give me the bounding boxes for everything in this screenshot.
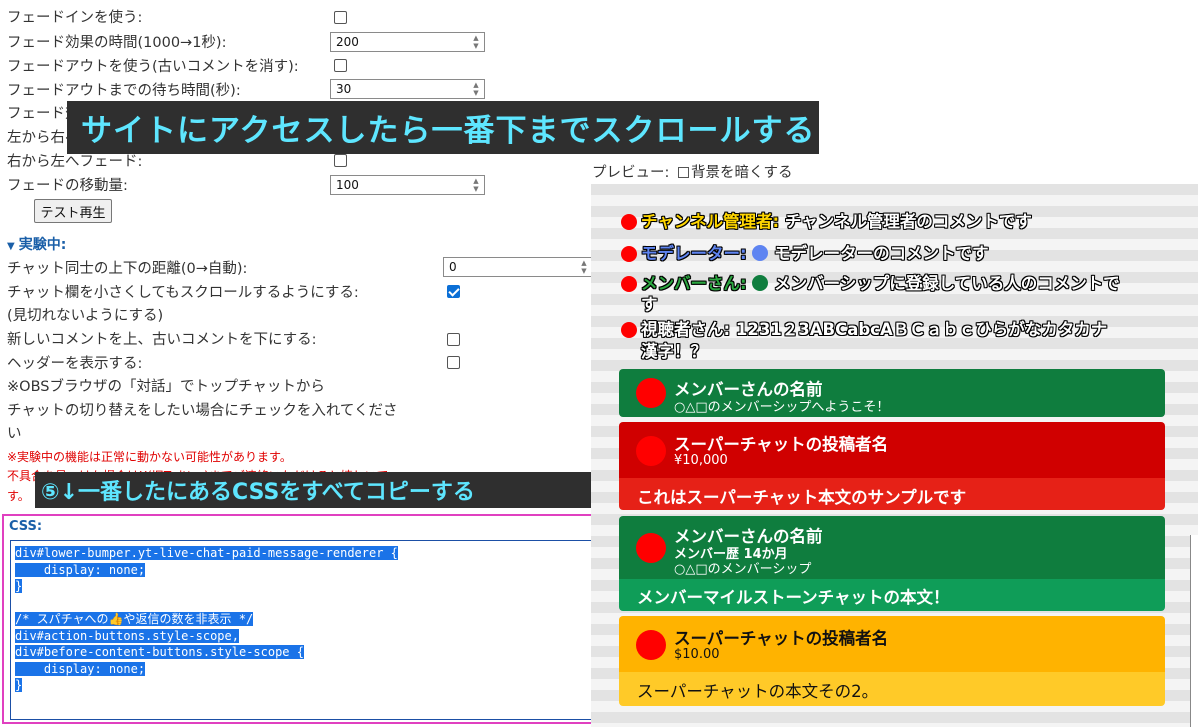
fade-distance-value: 100 <box>336 178 359 192</box>
obs-note-2: チャットの切り替えをしたい場合にチェックを入れてくださ <box>7 403 398 419</box>
avatar-dot <box>621 214 637 230</box>
annotation-banner-bottom: ⑤↓一番したにあるCSSをすべてコピーする <box>35 472 595 508</box>
chat-message-cont: す <box>641 295 658 314</box>
warning-3: す。 <box>7 489 30 503</box>
obs-note-1: ※OBSブラウザの「対話」でトップチャットから <box>7 379 325 395</box>
show-header-checkbox[interactable] <box>447 356 460 369</box>
avatar-dot <box>621 276 637 292</box>
chat-message: チャンネル管理者のコメントです <box>784 212 1032 231</box>
annotation-banner-top: サイトにアクセスしたら一番下までスクロールする <box>67 101 819 154</box>
fade-duration-in-input[interactable]: 200 ▲ ▼ <box>330 32 485 52</box>
chat-message: メンバーシップに登録している人のコメントで <box>774 274 1120 293</box>
spinner-icon[interactable]: ▲▼ <box>470 177 482 193</box>
preview-label-row: プレビュー: 背景を暗くする <box>592 161 793 182</box>
card-subtext: ○△□のメンバーシップへようこそ！ <box>674 400 890 415</box>
author-name: 視聴者さん: <box>641 320 731 339</box>
card-message: スーパーチャットの本文その2。 <box>637 682 879 701</box>
card-subtext: ○△□のメンバーシップ <box>674 562 812 577</box>
spacing-value: 0 <box>449 260 457 274</box>
code-line: } <box>15 678 23 692</box>
wait-time-input[interactable]: 30 ▲ ▼ <box>330 79 485 99</box>
avatar-dot <box>621 246 637 262</box>
code-line: } <box>15 579 23 593</box>
fade-duration-in-label: フェード効果の時間(1000→1秒): <box>7 35 227 51</box>
css-section: CSS: div#lower-bumper.yt-live-chat-paid-… <box>2 514 598 724</box>
avatar-dot <box>621 322 637 338</box>
fade-out-checkbox[interactable] <box>334 59 347 72</box>
avatar <box>636 630 666 660</box>
avatar <box>636 378 666 408</box>
right-to-left-checkbox[interactable] <box>334 154 347 167</box>
fade-distance-label: フェードの移動量: <box>7 178 128 194</box>
chat-preview: チャンネル管理者: チャンネル管理者のコメントです モデレーター: モデレーター… <box>591 184 1198 727</box>
spacing-input[interactable]: 0 ▲ ▼ <box>443 257 593 277</box>
reverse-order-label: 新しいコメントを上、古いコメントを下にする: <box>7 332 317 348</box>
fade-in-label: フェードインを使う: <box>7 10 143 26</box>
chat-line-owner: チャンネル管理者: チャンネル管理者のコメントです <box>641 211 1032 233</box>
experimental-heading-text: 実験中: <box>18 237 67 253</box>
wait-time-label: フェードアウトまでの待ち時間(秒): <box>7 83 241 99</box>
experimental-heading[interactable]: ▼ 実験中: <box>7 234 66 254</box>
css-textarea[interactable]: div#lower-bumper.yt-live-chat-paid-messa… <box>10 540 596 720</box>
author-name: チャンネル管理者: <box>641 212 780 231</box>
chat-line-viewer: 視聴者さん: 1231２3ABCabcAＢＣａｂｃひらがなカタカナ <box>641 319 1107 341</box>
test-play-button[interactable]: テスト再生 <box>34 199 112 223</box>
avatar <box>636 533 666 563</box>
code-line: /* スパチャへの👍や返信の数を非表示 */ <box>15 612 254 626</box>
superchat-card-red: スーパーチャットの投稿者名 ¥10,000 これはスーパーチャット本文のサンプル… <box>619 422 1165 510</box>
chat-line-member-cont: す <box>641 294 658 316</box>
spinner-icon[interactable]: ▲▼ <box>578 259 590 275</box>
code-line: display: none; <box>15 661 146 676</box>
show-header-label: ヘッダーを表示する: <box>7 356 143 372</box>
card-amount: ¥10,000 <box>674 453 728 468</box>
spacing-label: チャット同士の上下の距離(0→自動): <box>7 261 248 277</box>
code-line: div#before-content-buttons.style-scope { <box>15 645 304 659</box>
chat-message: 1231２3ABCabcAＢＣａｂｃひらがなカタカナ <box>735 320 1108 339</box>
avatar <box>636 436 666 466</box>
card-author-name: スーパーチャットの投稿者名 <box>674 435 889 454</box>
obs-note-3: い <box>7 426 22 442</box>
triangle-down-icon: ▼ <box>7 241 15 252</box>
chat-line-viewer-cont: 漢字！？ <box>641 341 707 363</box>
scroll-small-checkbox[interactable] <box>447 285 460 298</box>
code-line: display: none; <box>15 562 146 577</box>
chat-line-member: メンバーさん: メンバーシップに登録している人のコメントで <box>641 273 1120 295</box>
reverse-order-checkbox[interactable] <box>447 333 460 346</box>
membership-card: メンバーさんの名前 ○△□のメンバーシップへようこそ！ <box>619 369 1165 417</box>
scroll-small-label: チャット欄を小さくしてもスクロールするようにする: <box>7 285 359 301</box>
chat-message: モデレーターのコメントです <box>774 244 989 263</box>
fade-distance-input[interactable]: 100 ▲ ▼ <box>330 175 485 195</box>
dim-background-checkbox[interactable] <box>678 167 689 178</box>
code-line: div#lower-bumper.yt-live-chat-paid-messa… <box>15 546 398 560</box>
fade-out-label: フェードアウトを使う(古いコメントを消す): <box>7 59 299 75</box>
author-name: メンバーさん: <box>641 274 747 293</box>
scroll-small-label-2: (見切れないようにする) <box>7 308 164 324</box>
author-name: モデレーター: <box>641 244 747 263</box>
code-line: div#action-buttons.style-scope, <box>15 628 239 643</box>
spinner-icon[interactable]: ▲▼ <box>470 34 482 50</box>
css-label: CSS: <box>9 519 43 534</box>
fade-duration-in-value: 200 <box>336 35 359 49</box>
dim-background-label: 背景を暗くする <box>691 165 793 181</box>
moderator-badge-icon <box>752 245 769 261</box>
superchat-card-yellow: スーパーチャットの投稿者名 $10.00 スーパーチャットの本文その2。 <box>619 616 1165 706</box>
fade-in-checkbox[interactable] <box>334 11 347 24</box>
card-author-name: スーパーチャットの投稿者名 <box>674 629 889 648</box>
chat-line-moderator: モデレーター: モデレーターのコメントです <box>641 243 989 265</box>
milestone-card: メンバーさんの名前 メンバー歴 14か月 ○△□のメンバーシップ メンバーマイル… <box>619 516 1165 611</box>
card-amount: $10.00 <box>674 647 720 662</box>
chat-message-cont: 漢字！？ <box>641 342 707 361</box>
card-message: これはスーパーチャット本文のサンプルです <box>637 488 967 507</box>
wait-time-value: 30 <box>336 82 352 96</box>
card-message: メンバーマイルストーンチャットの本文！ <box>637 588 950 607</box>
preview-label: プレビュー: <box>592 165 670 181</box>
warning-1: ※実験中の機能は正常に動かない可能性があります。 <box>7 450 292 464</box>
spinner-icon[interactable]: ▲▼ <box>470 81 482 97</box>
member-badge-icon <box>752 275 769 291</box>
scroll-frame <box>1190 535 1200 727</box>
